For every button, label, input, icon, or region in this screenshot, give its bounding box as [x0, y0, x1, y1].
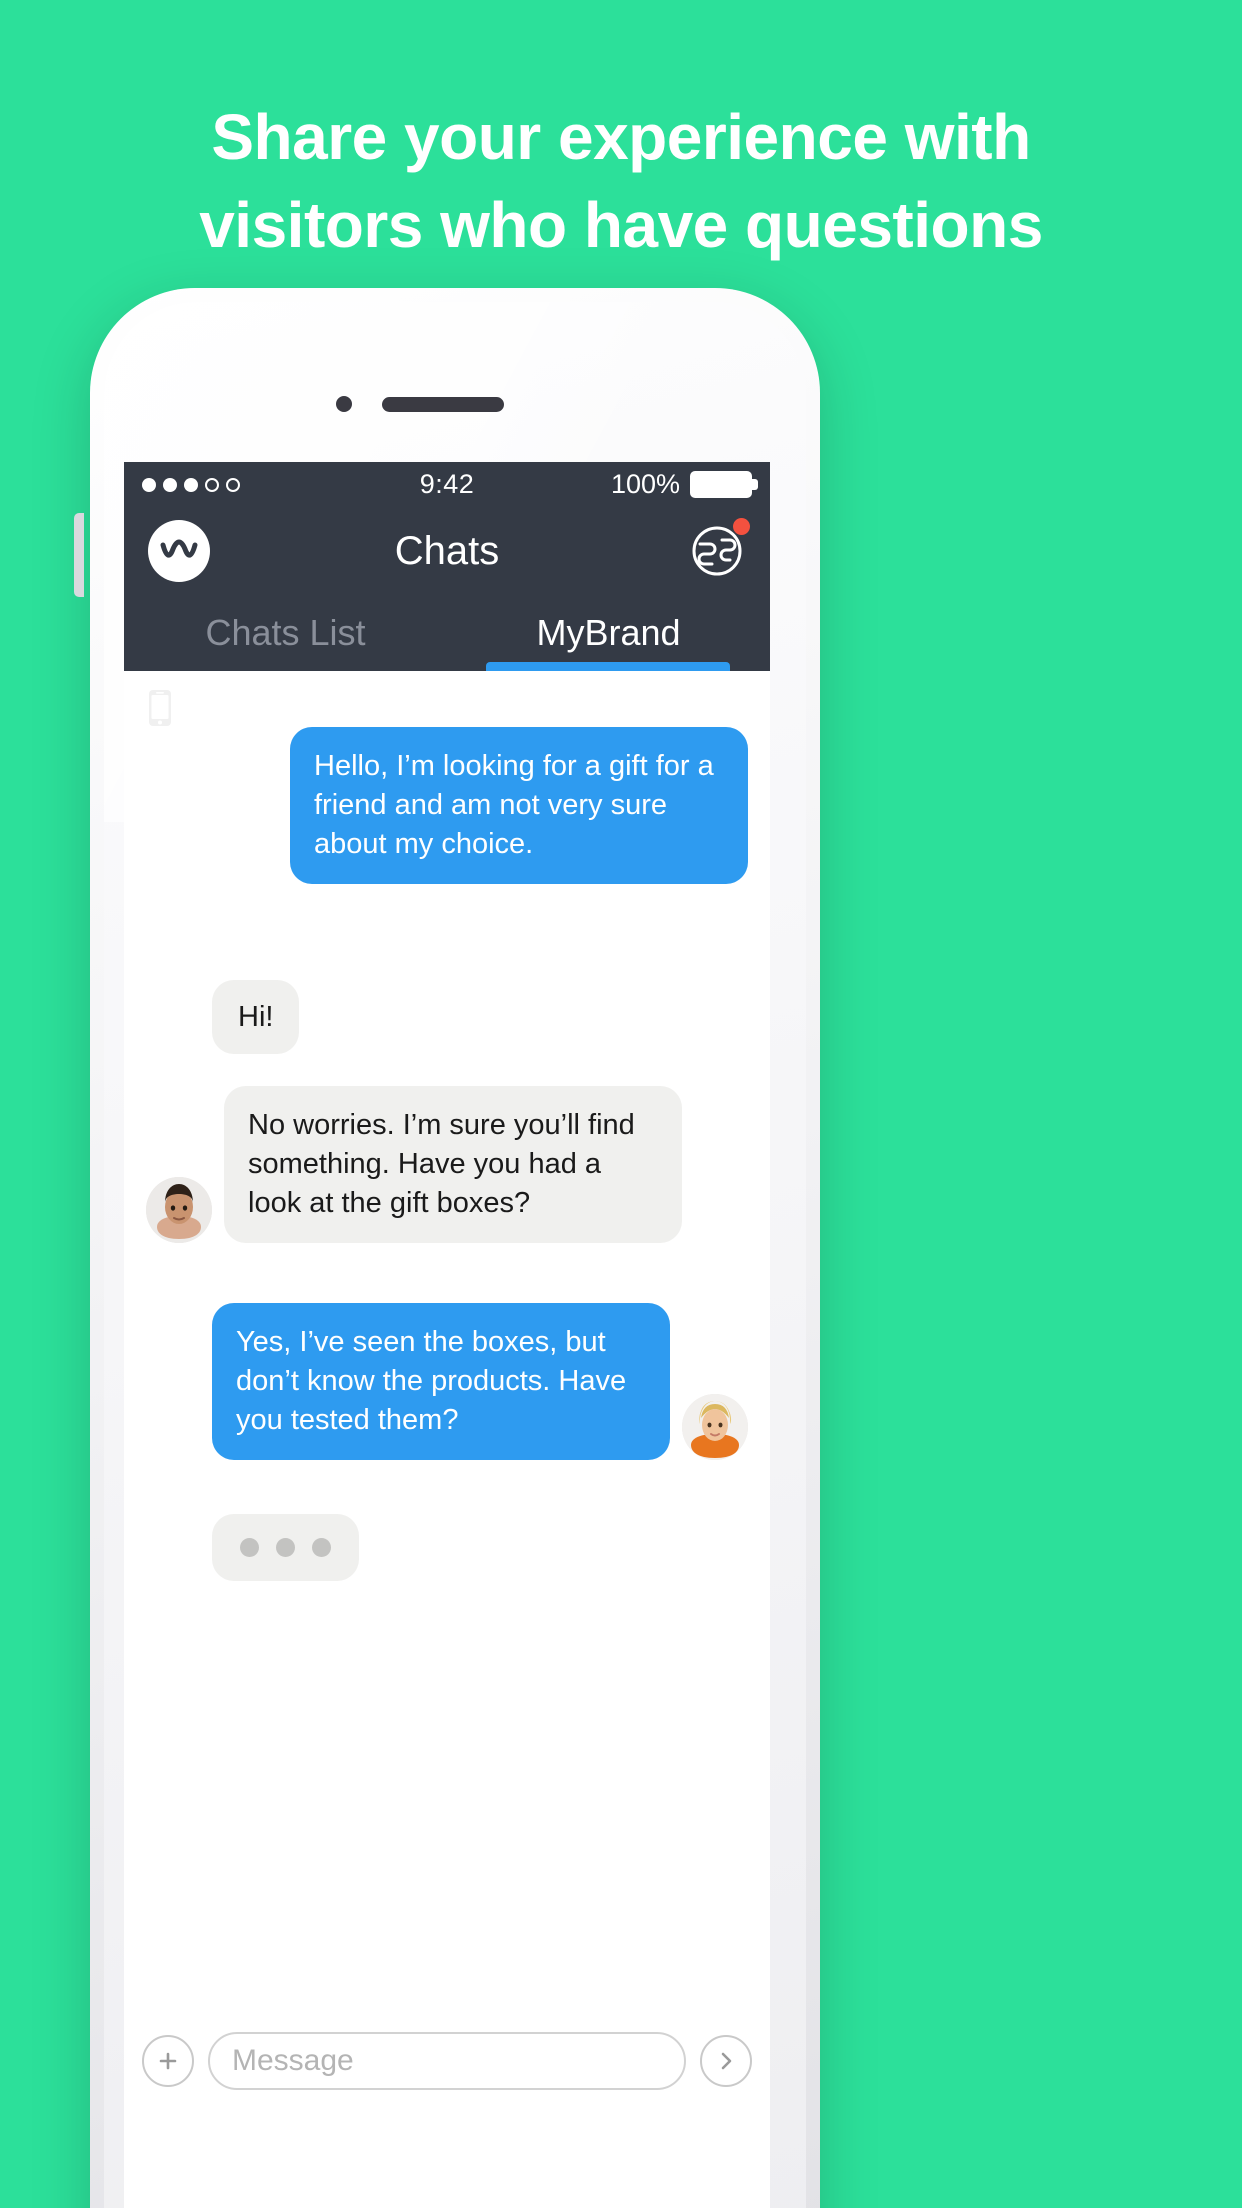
tab-mybrand[interactable]: MyBrand [447, 595, 770, 671]
avatar[interactable] [682, 1393, 748, 1460]
notification-badge [733, 518, 750, 535]
mobile-device-icon [148, 689, 172, 727]
chat-thread[interactable]: Hello, I’m looking for a gift for a frie… [124, 671, 770, 2109]
phone-screen: 9:42 100% Chats Chats List MyBrand Hello… [124, 462, 770, 2208]
message-bubble-outgoing[interactable]: Yes, I’ve seen the boxes, but don’t know… [212, 1303, 670, 1460]
front-camera-icon [336, 396, 352, 412]
globe-icon[interactable] [688, 518, 750, 580]
battery-icon [690, 471, 758, 498]
typing-indicator-row [124, 1513, 770, 1581]
headline-line-1: Share your experience with [211, 101, 1031, 173]
message-row: Yes, I’ve seen the boxes, but don’t know… [124, 1303, 770, 1460]
phone-side-button[interactable] [74, 513, 84, 597]
battery-status: 100% [610, 469, 758, 500]
message-row: Hi! [124, 979, 770, 1055]
page-title: Chats [394, 528, 500, 573]
tab-bar: Chats List MyBrand [124, 595, 770, 671]
page-headline: Share your experience with visitors who … [0, 105, 1242, 257]
app-nav-bar: Chats [124, 507, 770, 595]
tab-chats-list[interactable]: Chats List [124, 595, 447, 671]
message-bubble-outgoing[interactable]: Hello, I’m looking for a gift for a frie… [290, 727, 748, 884]
message-input[interactable]: Message [208, 2032, 686, 2090]
message-input-placeholder: Message [232, 2044, 354, 2077]
active-tab-indicator [486, 662, 730, 671]
typing-dot [240, 1537, 259, 1557]
typing-indicator [212, 1513, 359, 1581]
message-bubble-incoming[interactable]: Hi! [212, 979, 300, 1055]
earpiece-speaker [382, 397, 504, 412]
headline-line-2: visitors who have questions [199, 189, 1043, 261]
message-composer: Message [124, 2013, 770, 2109]
plus-icon[interactable] [142, 2035, 194, 2087]
message-row: No worries. I’m sure you’ll find somethi… [124, 1086, 770, 1244]
send-button[interactable] [700, 2035, 752, 2087]
typing-dot [312, 1537, 331, 1557]
battery-percent-label: 100% [610, 469, 680, 499]
message-bubble-incoming[interactable]: No worries. I’m sure you’ll find somethi… [224, 1086, 682, 1244]
typing-dot [276, 1537, 295, 1557]
status-bar: 9:42 100% [124, 462, 770, 507]
avatar[interactable] [146, 1177, 212, 1244]
message-row: Hello, I’m looking for a gift for a frie… [124, 727, 770, 884]
